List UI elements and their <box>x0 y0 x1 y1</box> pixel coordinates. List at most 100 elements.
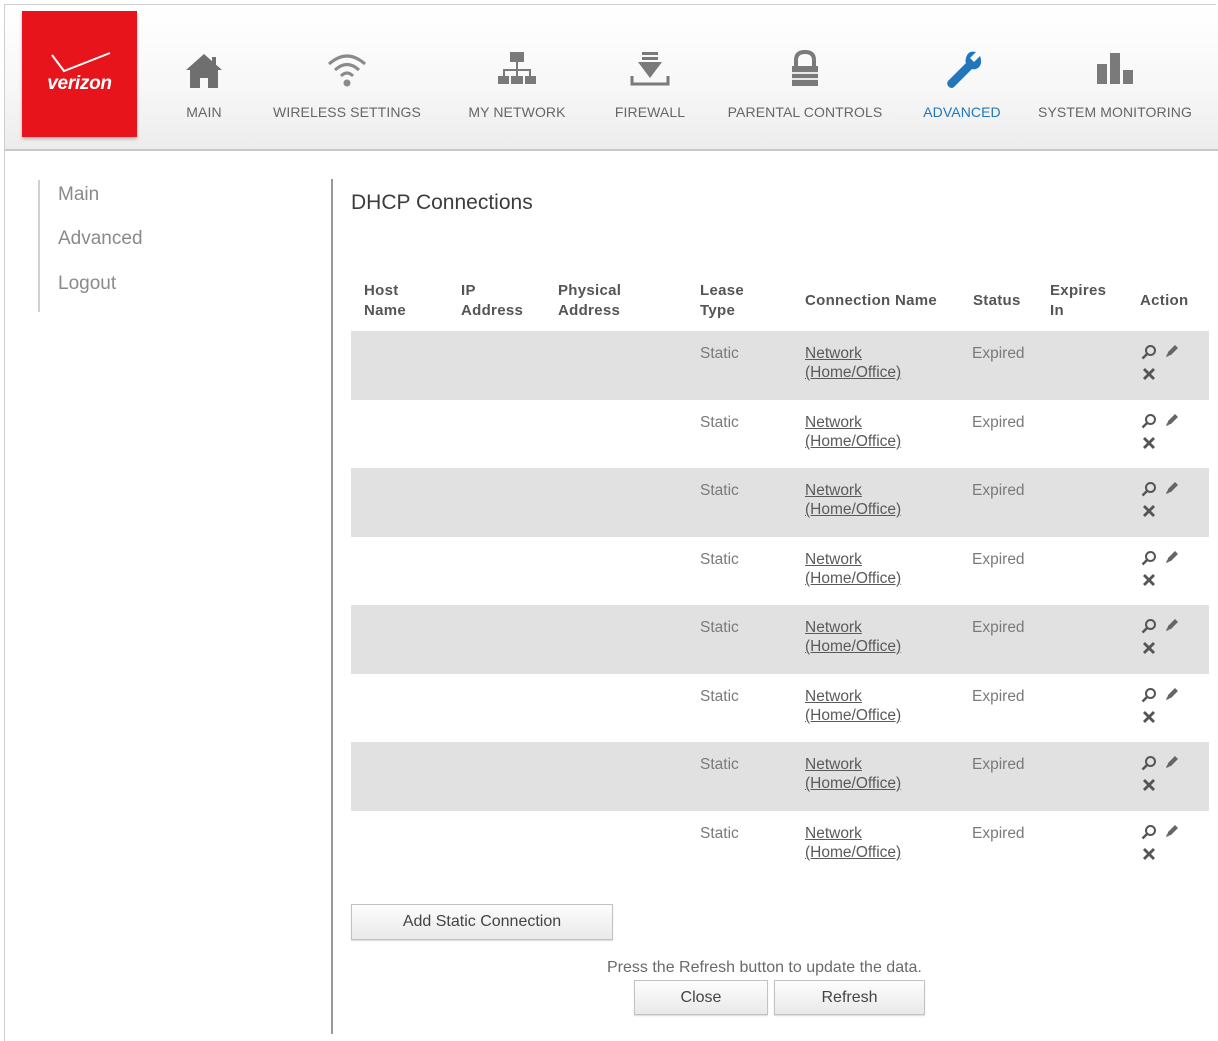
cell-lease-type: Static <box>700 482 739 499</box>
sidebar-item-advanced[interactable]: Advanced <box>58 228 143 250</box>
cell-status: Expired <box>972 345 1025 362</box>
nav-parental-controls[interactable]: PARENTAL CONTROLS <box>719 45 891 135</box>
refresh-button[interactable]: Refresh <box>774 980 925 1015</box>
column-header-ip-address: IP Address <box>461 281 523 321</box>
connection-name-line: (Home/Office) <box>805 707 902 724</box>
nav-system-monitoring[interactable]: SYSTEM MONITORING <box>1032 45 1198 135</box>
column-header-action: Action <box>1140 292 1189 309</box>
cell-lease-type: Static <box>700 756 739 773</box>
view-icon[interactable] <box>1141 755 1157 776</box>
cell-status: Expired <box>972 414 1025 431</box>
cell-lease-type: Static <box>700 345 739 362</box>
edit-icon[interactable] <box>1164 617 1180 638</box>
cell-status: Expired <box>972 619 1025 636</box>
connection-name-line: Network <box>805 414 862 431</box>
edit-icon[interactable] <box>1164 343 1180 364</box>
nav-main[interactable]: MAIN <box>168 45 240 135</box>
nav-system-monitoring-label: SYSTEM MONITORING <box>1038 104 1192 120</box>
table-row: Static Network (Home/Office) Expired <box>351 331 1209 400</box>
cell-status: Expired <box>972 756 1025 773</box>
top-navigation-bar: verizon MAIN WIRELESS SETTINGS MY NETWOR… <box>5 5 1218 151</box>
connection-name-line: (Home/Office) <box>805 501 902 518</box>
cell-status: Expired <box>972 688 1025 705</box>
header-line: Type <box>700 302 736 319</box>
add-static-connection-button[interactable]: Add Static Connection <box>351 904 613 940</box>
connection-name-line: (Home/Office) <box>805 433 902 450</box>
view-icon[interactable] <box>1141 687 1157 708</box>
view-icon[interactable] <box>1141 618 1157 639</box>
sidebar-item-main[interactable]: Main <box>58 184 99 206</box>
header-line: Address <box>558 302 621 319</box>
cell-status: Expired <box>972 825 1025 842</box>
header-line: Address <box>461 302 524 319</box>
nav-wireless-settings[interactable]: WIRELESS SETTINGS <box>267 45 427 135</box>
connection-name-link[interactable]: Network (Home/Office) <box>805 550 925 588</box>
column-header-physical-address: Physical Address <box>558 281 621 321</box>
view-icon[interactable] <box>1141 481 1157 502</box>
header-line: Lease <box>700 282 745 299</box>
connection-name-link[interactable]: Network (Home/Office) <box>805 413 925 451</box>
cell-lease-type: Static <box>700 619 739 636</box>
connection-name-line: Network <box>805 688 862 705</box>
wrench-icon <box>915 45 1009 95</box>
delete-icon[interactable] <box>1141 777 1157 798</box>
delete-icon[interactable] <box>1141 640 1157 661</box>
close-button[interactable]: Close <box>634 980 768 1015</box>
nav-my-network[interactable]: MY NETWORK <box>463 45 571 135</box>
connection-name-line: Network <box>805 825 862 842</box>
header-line: In <box>1050 302 1064 319</box>
table-row: Static Network (Home/Office) Expired <box>351 400 1209 469</box>
header-line: Expires <box>1050 282 1107 299</box>
lock-icon <box>719 45 891 95</box>
edit-icon[interactable] <box>1164 549 1180 570</box>
connection-name-line: (Home/Office) <box>805 570 902 587</box>
view-icon[interactable] <box>1141 344 1157 365</box>
edit-icon[interactable] <box>1164 686 1180 707</box>
connection-name-line: Network <box>805 619 862 636</box>
logo-text: verizon <box>47 73 112 94</box>
bar-chart-icon <box>1032 45 1198 95</box>
network-icon <box>463 45 571 95</box>
cell-status: Expired <box>972 551 1025 568</box>
nav-wireless-settings-label: WIRELESS SETTINGS <box>273 104 421 120</box>
delete-icon[interactable] <box>1141 435 1157 456</box>
nav-advanced-label: ADVANCED <box>923 104 1001 120</box>
table-row: Static Network (Home/Office) Expired <box>351 742 1209 811</box>
connection-name-line: (Home/Office) <box>805 844 902 861</box>
delete-icon[interactable] <box>1141 366 1157 387</box>
view-icon[interactable] <box>1141 413 1157 434</box>
cell-lease-type: Static <box>700 414 739 431</box>
connection-name-link[interactable]: Network (Home/Office) <box>805 687 925 725</box>
nav-advanced[interactable]: ADVANCED <box>915 45 1009 135</box>
delete-icon[interactable] <box>1141 572 1157 593</box>
edit-icon[interactable] <box>1164 754 1180 775</box>
connection-name-link[interactable]: Network (Home/Office) <box>805 481 925 519</box>
delete-icon[interactable] <box>1141 503 1157 524</box>
table-row: Static Network (Home/Office) Expired <box>351 811 1209 880</box>
header-line: IP <box>461 282 476 299</box>
edit-icon[interactable] <box>1164 480 1180 501</box>
column-header-lease-type: Lease Type <box>700 281 744 321</box>
table-row: Static Network (Home/Office) Expired <box>351 605 1209 674</box>
sidebar-item-logout[interactable]: Logout <box>58 273 116 295</box>
table-row: Static Network (Home/Office) Expired <box>351 537 1209 606</box>
delete-icon[interactable] <box>1141 709 1157 730</box>
edit-icon[interactable] <box>1164 823 1180 844</box>
header-line: Host <box>364 282 399 299</box>
edit-icon[interactable] <box>1164 412 1180 433</box>
connection-name-link[interactable]: Network (Home/Office) <box>805 755 925 793</box>
nav-firewall[interactable]: FIREWALL <box>607 45 693 135</box>
view-icon[interactable] <box>1141 550 1157 571</box>
column-header-expires-in: Expires In <box>1050 281 1106 321</box>
connection-name-line: (Home/Office) <box>805 364 902 381</box>
connection-name-link[interactable]: Network (Home/Office) <box>805 618 925 656</box>
delete-icon[interactable] <box>1141 846 1157 867</box>
view-icon[interactable] <box>1141 824 1157 845</box>
verizon-logo[interactable]: verizon <box>22 11 137 137</box>
connection-name-line: Network <box>805 756 862 773</box>
connection-name-line: Network <box>805 345 862 362</box>
content-divider <box>331 179 333 1034</box>
connection-name-line: Network <box>805 482 862 499</box>
connection-name-link[interactable]: Network (Home/Office) <box>805 824 925 862</box>
connection-name-link[interactable]: Network (Home/Office) <box>805 344 925 382</box>
